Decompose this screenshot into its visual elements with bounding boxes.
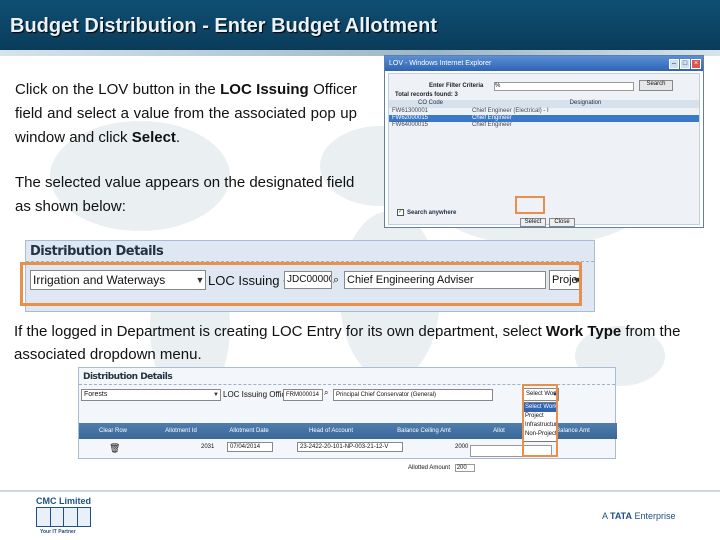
col-designation: Designation bbox=[569, 100, 602, 106]
col-code: CO Code bbox=[417, 100, 443, 106]
row-designation: Chief Engineer (Electrical) - I bbox=[472, 108, 549, 114]
department-select[interactable]: Forests bbox=[81, 389, 221, 401]
col-balance-ceiling: Balance Ceiling Amt bbox=[397, 428, 451, 434]
table-row-selected[interactable]: FW62000015 Chief Engineer bbox=[389, 115, 699, 122]
cmc-logo-icon bbox=[36, 507, 91, 527]
lov-table: CO Code Designation FW61300001 Chief Eng… bbox=[389, 100, 699, 129]
enterprise-suffix: Enterprise bbox=[632, 511, 676, 521]
lov-search-button[interactable]: Search bbox=[639, 80, 673, 91]
instruction-selected: The selected value appears on the design… bbox=[15, 174, 355, 215]
distribution-details-title: Distribution Details bbox=[83, 372, 173, 382]
distribution-details-title: Distribution Details bbox=[30, 244, 164, 259]
instruction-text: Click on the LOV button in the bbox=[15, 81, 221, 98]
page-title: Budget Distribution - Enter Budget Allot… bbox=[10, 15, 438, 37]
instruction-work-type: If the logged in Department is creating … bbox=[14, 320, 714, 366]
allotted-amount-value: 200 bbox=[454, 464, 475, 472]
instruction-emphasis: LOC Issuing bbox=[220, 81, 309, 98]
maximize-icon[interactable]: □ bbox=[680, 58, 690, 69]
row-code: FW62000015 bbox=[392, 115, 429, 121]
delete-icon[interactable]: 🗑 bbox=[109, 443, 120, 454]
total-records: Total records found: 3 bbox=[395, 92, 458, 98]
instruction-lov: Click on the LOV button in the LOC Issui… bbox=[15, 78, 357, 150]
row-head-of-account: 23-2422-20-101-NP-003-21-12-V bbox=[297, 442, 403, 452]
instruction-text: . bbox=[175, 129, 181, 146]
row-date: 07/04/2014 bbox=[227, 442, 273, 452]
row-balance: 2000 bbox=[455, 444, 469, 450]
lov-search-icon[interactable]: ⌕ bbox=[324, 388, 332, 400]
lov-table-header: CO Code Designation bbox=[389, 100, 699, 108]
col-head-of-account: Head of Account bbox=[308, 428, 354, 434]
allotted-amount-label: Allotted Amount 200 bbox=[408, 464, 475, 472]
enterprise-prefix: A bbox=[602, 511, 611, 521]
lov-window-title: LOV - Windows Internet Explorer bbox=[389, 60, 492, 67]
col-allotment-id: Allotment Id bbox=[165, 428, 197, 434]
instruction-emphasis: Select bbox=[131, 129, 176, 146]
footer-divider bbox=[0, 490, 720, 492]
loc-code-field[interactable]: FRM000014 bbox=[283, 389, 323, 401]
allotted-amount-text: Allotted Amount bbox=[408, 465, 451, 471]
search-anywhere-checkbox[interactable]: ✓ bbox=[397, 209, 404, 216]
col-clear-row: Clear Row bbox=[98, 428, 127, 434]
lov-titlebar: LOV - Windows Internet Explorer – □ × bbox=[385, 56, 703, 71]
lov-select-button[interactable]: Select bbox=[520, 218, 546, 227]
row-designation: Chief Engineer bbox=[472, 122, 512, 128]
selected-value-highlight bbox=[20, 262, 582, 306]
select-button-highlight bbox=[515, 196, 545, 214]
row-designation: Chief Engineer bbox=[472, 115, 512, 121]
chevron-down-icon[interactable]: ▼ bbox=[210, 386, 222, 404]
tata-brand: TATA bbox=[610, 511, 633, 521]
filter-input[interactable]: % bbox=[494, 82, 634, 91]
company-tagline: Your IT Partner bbox=[40, 529, 76, 535]
table-row[interactable]: FW61300001 Chief Engineer (Electrical) -… bbox=[389, 108, 699, 115]
work-type-highlight bbox=[522, 384, 558, 457]
table-row[interactable]: FW64000015 Chief Engineer bbox=[389, 122, 699, 129]
instruction-text: If the logged in Department is creating … bbox=[14, 323, 546, 340]
header-band: Budget Distribution - Enter Budget Allot… bbox=[0, 0, 720, 50]
col-allot: Allot bbox=[493, 428, 505, 434]
row-code: FW64000015 bbox=[392, 122, 429, 128]
col-allotment-date: Allotment Date bbox=[229, 428, 269, 434]
search-anywhere-label: Search anywhere bbox=[407, 210, 457, 216]
close-icon[interactable]: × bbox=[691, 58, 701, 69]
filter-label: Enter Filter Criteria bbox=[429, 83, 484, 89]
lov-close-button[interactable]: Close bbox=[549, 218, 575, 227]
row-allotment-id: 2031 bbox=[201, 444, 215, 450]
tata-enterprise-logo: A TATA Enterprise bbox=[602, 511, 676, 521]
company-name: CMC Limited bbox=[36, 496, 91, 506]
minimize-icon[interactable]: – bbox=[669, 58, 679, 69]
designation-field: Principal Chief Conservator (General) bbox=[333, 389, 493, 401]
instruction-emphasis: Work Type bbox=[545, 323, 622, 340]
row-code: FW61300001 bbox=[392, 108, 429, 114]
